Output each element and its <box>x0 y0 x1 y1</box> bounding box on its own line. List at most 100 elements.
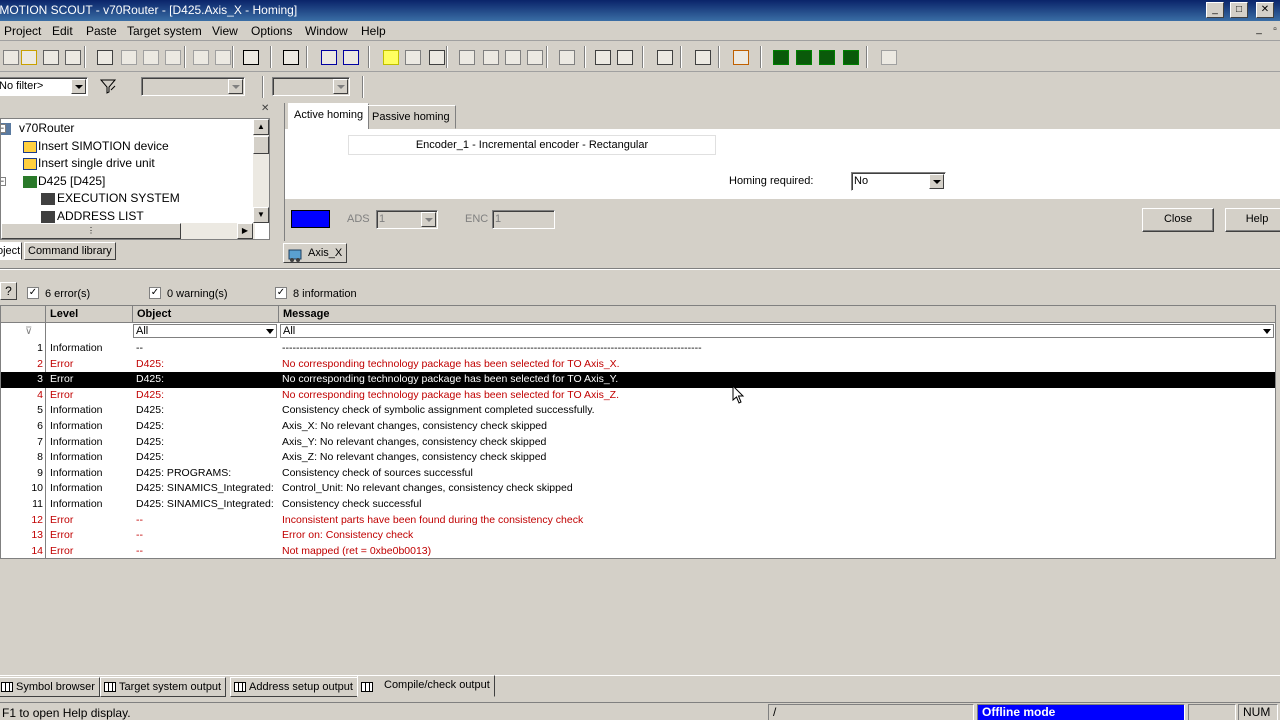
menu-project[interactable]: Project <box>4 24 41 38</box>
errors-checkbox[interactable]: ✓ <box>27 287 39 299</box>
toolbar-select-2[interactable] <box>272 77 350 96</box>
xe-icon[interactable] <box>340 46 362 68</box>
copy-icon[interactable] <box>140 46 162 68</box>
tree-item[interactable]: D425 [D425] <box>38 174 105 189</box>
network-icon[interactable] <box>592 46 614 68</box>
users-icon[interactable] <box>730 46 752 68</box>
menu-edit[interactable]: Edit <box>52 24 73 38</box>
table-row[interactable]: 8 Information D425: Axis_Z: No relevant cha… <box>1 450 1275 466</box>
table-row[interactable]: 12 Error -- Inconsistent parts have been fo… <box>1 513 1275 529</box>
undo-icon[interactable] <box>190 46 212 68</box>
save-icon[interactable] <box>40 46 62 68</box>
object-filter-select[interactable]: All <box>133 324 277 338</box>
module-icon[interactable] <box>556 46 578 68</box>
lightbulb-icon[interactable]: ? <box>0 282 17 300</box>
ads-select[interactable]: 1 <box>376 210 438 229</box>
menu-help[interactable]: Help <box>361 24 386 38</box>
table-row[interactable]: 13 Error -- Error on: Consistency check <box>1 528 1275 544</box>
table-row[interactable]: 7 Information D425: Axis_Y: No relevant cha… <box>1 435 1275 451</box>
trace4-icon[interactable] <box>840 46 862 68</box>
context-help-icon[interactable] <box>240 46 262 68</box>
maximize-button[interactable]: □ <box>1230 2 1248 18</box>
highlight-icon[interactable] <box>380 46 402 68</box>
toolbar-select-1[interactable] <box>141 77 245 96</box>
tab-axis-x[interactable]: Axis_X <box>283 243 347 263</box>
menu-window[interactable]: Window <box>305 24 348 38</box>
redo-icon[interactable] <box>212 46 234 68</box>
table-row[interactable]: 6 Information D425: Axis_X: No relevant cha… <box>1 419 1275 435</box>
tab-compile-check-output[interactable]: Compile/check output <box>357 675 495 697</box>
percent-icon[interactable] <box>426 46 448 68</box>
table-row[interactable]: 11 Information D425: SINAMICS_Integrated: C… <box>1 497 1275 513</box>
trace-icon[interactable] <box>770 46 792 68</box>
panel-close-icon[interactable]: ✕ <box>261 103 269 114</box>
scroll-thumb[interactable]: ⋮ <box>1 223 181 239</box>
expert-icon[interactable] <box>692 46 714 68</box>
project-filter-select[interactable]: No filter> <box>0 77 88 96</box>
lists-icon[interactable] <box>878 46 900 68</box>
mdi-restore-icon[interactable]: ▫ <box>1268 24 1280 36</box>
homing-required-select[interactable]: No <box>851 172 946 191</box>
cut-icon[interactable] <box>118 46 140 68</box>
filter-row-icon[interactable]: ⊽ <box>25 326 32 337</box>
menu-target-system[interactable]: Target system <box>127 24 202 38</box>
close-button[interactable]: Close <box>1142 208 1214 232</box>
link-icon[interactable] <box>280 46 302 68</box>
tab-address-setup-output[interactable]: Address setup output <box>230 677 358 697</box>
tab-symbol-browser[interactable]: Symbol browser <box>0 677 100 697</box>
menu-options[interactable]: Options <box>251 24 292 38</box>
mdi-minimize-icon[interactable]: _ <box>1252 24 1266 36</box>
warnings-checkbox[interactable]: ✓ <box>149 287 161 299</box>
scroll-thumb[interactable] <box>253 136 269 154</box>
tree-item[interactable]: Insert SIMOTION device <box>38 139 169 154</box>
zoom-icon[interactable] <box>654 46 676 68</box>
trace2-icon[interactable] <box>793 46 815 68</box>
tab-command-library[interactable]: Command library <box>24 242 116 260</box>
tree-horizontal-scrollbar[interactable]: ⋮ ▶ <box>1 223 255 239</box>
table-row[interactable]: 10 Information D425: SINAMICS_Integrated: C… <box>1 481 1275 497</box>
tab-active-homing[interactable]: Active homing <box>288 103 370 130</box>
table-row[interactable]: 5 Information D425: Consistency check of sy… <box>1 403 1275 419</box>
menu-view[interactable]: View <box>212 24 238 38</box>
download-icon[interactable] <box>480 46 502 68</box>
table-row[interactable]: 3 Error D425: No corresponding technology p… <box>1 372 1275 388</box>
scroll-right-icon[interactable]: ▶ <box>237 223 253 239</box>
table-row[interactable]: 14 Error -- Not mapped (ret = 0xbe0b0013) <box>1 544 1275 558</box>
tool-icon[interactable] <box>402 46 424 68</box>
column-header-object[interactable]: Object <box>133 306 279 323</box>
close-button[interactable]: ✕ <box>1256 2 1274 18</box>
tab-passive-homing[interactable]: Passive homing <box>366 105 456 129</box>
table-row[interactable]: 9 Information D425: PROGRAMS: Consistency c… <box>1 466 1275 482</box>
filter-settings-icon[interactable] <box>97 75 119 97</box>
enc-field[interactable]: 1 <box>492 210 555 229</box>
tree-item[interactable]: Insert single drive unit <box>38 156 155 171</box>
minimize-button[interactable]: _ <box>1206 2 1224 18</box>
table-row[interactable]: 4 Error D425: No corresponding technology p… <box>1 388 1275 404</box>
open-icon[interactable] <box>18 46 40 68</box>
tree-vertical-scrollbar[interactable]: ▲ ▼ <box>253 119 269 223</box>
trace3-icon[interactable] <box>816 46 838 68</box>
collapse-icon[interactable]: − <box>1 124 6 133</box>
help-button[interactable]: Help <box>1225 208 1280 232</box>
information-checkbox[interactable]: ✓ <box>275 287 287 299</box>
tab-project[interactable]: Project <box>0 242 22 260</box>
save-compile-icon[interactable] <box>62 46 84 68</box>
menu-paste[interactable]: Paste <box>86 24 117 38</box>
print-icon[interactable] <box>94 46 116 68</box>
tree-item[interactable]: ADDRESS LIST <box>57 209 144 224</box>
x1-icon[interactable] <box>318 46 340 68</box>
message-filter-select[interactable]: All <box>280 324 1274 338</box>
config-icon[interactable] <box>614 46 636 68</box>
tree-item[interactable]: v70Router <box>19 121 74 136</box>
collapse-icon[interactable]: − <box>1 177 6 186</box>
table-row[interactable]: 1 Information -- --------------------------… <box>1 341 1275 357</box>
scroll-up-icon[interactable]: ▲ <box>253 119 269 135</box>
device-icon[interactable] <box>524 46 546 68</box>
table-row[interactable]: 2 Error D425: No corresponding technology p… <box>1 357 1275 373</box>
column-header-message[interactable]: Message <box>279 306 1275 323</box>
scroll-down-icon[interactable]: ▼ <box>253 207 269 223</box>
upload-icon[interactable] <box>502 46 524 68</box>
tab-target-system-output[interactable]: Target system output <box>100 677 227 697</box>
arrow-icon[interactable] <box>456 46 478 68</box>
column-header-level[interactable]: Level <box>46 306 133 323</box>
